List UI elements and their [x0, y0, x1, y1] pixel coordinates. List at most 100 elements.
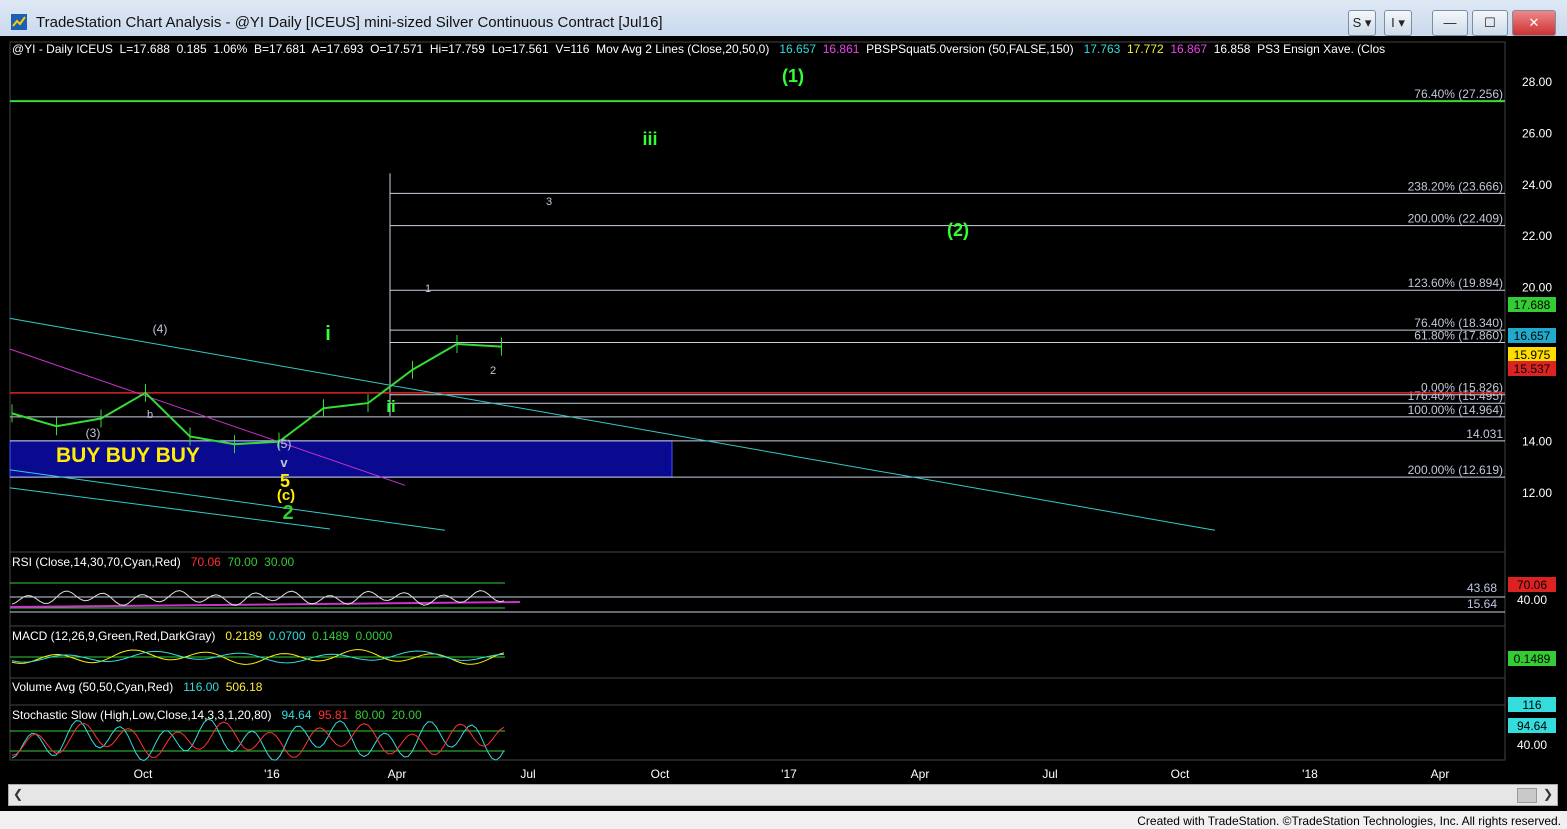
rsi-value: 70.06	[190, 555, 221, 569]
mov-avg-label: Mov Avg 2 Lines (Close,20,50,0)	[596, 42, 770, 56]
level-label-10: 200.00% (12.619)	[1408, 463, 1503, 477]
macd-zero: 0.0000	[355, 629, 393, 643]
wave-label-5: 2	[490, 365, 496, 377]
rsi-level-label-1: 43.68	[1467, 581, 1497, 595]
macd-title-line: MACD (12,26,9,Green,Red,DarkGray) 0.2189…	[12, 629, 392, 643]
pbs-value-2: 17.772	[1126, 42, 1164, 56]
ask: A=17.693	[311, 42, 364, 56]
macd-diff: 0.1489	[312, 629, 349, 643]
s-label: S	[1352, 15, 1362, 30]
y-tick-label-2: 24.00	[1522, 178, 1552, 192]
horizontal-scrollbar[interactable]: ❮ ❯	[8, 784, 1558, 806]
price-marker-text-2: 15.975	[1514, 348, 1551, 362]
x-tick-label-1: '16	[264, 767, 280, 781]
low: Lo=17.561	[491, 42, 549, 56]
chart-svg[interactable]: BUY BUY BUY 76.40% (27.256) 238.20% (23.66…	[0, 36, 1567, 811]
mov-avg-value-2: 16.861	[822, 42, 860, 56]
symbol: @YI - Daily ICEUS	[12, 42, 113, 56]
stochastic-title-line: Stochastic Slow (High,Low,Close,14,3,3,1…	[12, 708, 422, 722]
dropdown-arrow-icon: ▾	[1364, 15, 1372, 30]
wave-label-11: v	[280, 455, 288, 470]
scroll-thumb[interactable]	[1517, 788, 1537, 803]
rsi-axis-label: 40.00	[1517, 593, 1547, 607]
macd-marker-text: 0.1489	[1514, 652, 1551, 666]
x-tick-label-3: Jul	[520, 767, 535, 781]
x-tick-label-4: Oct	[651, 767, 670, 781]
wave-label-15: b	[147, 409, 153, 421]
stochastic-oversold: 20.00	[391, 708, 422, 722]
wave-label-3: 3	[546, 196, 552, 208]
stoch-axis-label: 40.00	[1517, 738, 1547, 752]
status-bar: Created with TradeStation. ©TradeStation…	[0, 811, 1567, 829]
level-label-2: 200.00% (22.409)	[1408, 212, 1503, 226]
window-title: TradeStation Chart Analysis - @YI Daily …	[36, 14, 663, 31]
high: Hi=17.759	[429, 42, 485, 56]
symbol-link-s-button[interactable]: S ▾	[1348, 10, 1376, 36]
price-marker-text-0: 17.688	[1514, 298, 1551, 312]
symbol-link-i-button[interactable]: I ▾	[1384, 10, 1412, 36]
pbs-value-4: 16.858	[1213, 42, 1251, 56]
rsi-title: RSI (Close,14,30,70,Cyan,Red)	[12, 555, 181, 569]
level-label-9: 14.031	[1466, 427, 1503, 441]
minimize-button[interactable]: —	[1432, 10, 1468, 36]
volume: V=116	[555, 42, 590, 56]
volume-marker-text: 116	[1522, 698, 1541, 712]
y-tick-label-4: 20.00	[1522, 281, 1552, 295]
stochastic-overbought: 80.00	[354, 708, 385, 722]
wave-label-0: (1)	[782, 66, 804, 86]
pct-change: 1.06%	[213, 42, 248, 56]
volume-avg: 506.18	[225, 680, 263, 694]
net-change: 0.185	[176, 42, 207, 56]
level-label-0: 76.40% (27.256)	[1414, 87, 1503, 101]
macd-value: 0.2189	[225, 629, 263, 643]
x-tick-label-0: Oct	[134, 767, 153, 781]
wave-label-8: (4)	[153, 322, 168, 336]
y-tick-label-3: 22.00	[1522, 229, 1552, 243]
stochastic-k: 94.64	[281, 708, 312, 722]
y-tick-label-7: 12.00	[1522, 486, 1552, 500]
ps3-label: PS3 Ensign Xave. (Clos	[1257, 42, 1386, 56]
level-label-5: 61.80% (17.860)	[1414, 328, 1503, 342]
y-tick-label-1: 26.00	[1522, 126, 1552, 140]
level-label-1: 238.20% (23.666)	[1408, 179, 1503, 193]
dropdown-arrow-icon: ▾	[1398, 15, 1405, 30]
rsi-marker-text: 70.06	[1517, 578, 1547, 592]
maximize-icon: ☐	[1484, 15, 1496, 30]
x-tick-label-2: Apr	[388, 767, 407, 781]
wave-label-9: (3)	[86, 426, 101, 440]
macd-title: MACD (12,26,9,Green,Red,DarkGray)	[12, 629, 216, 643]
volume-title: Volume Avg (50,50,Cyan,Red)	[12, 680, 174, 694]
pbs-value-1: 17.763	[1083, 42, 1121, 56]
rsi-overbought: 70.00	[227, 555, 258, 569]
i-label: I	[1391, 15, 1395, 30]
x-tick-label-10: Apr	[1431, 767, 1450, 781]
wave-label-10: (5)	[277, 437, 292, 451]
close-button[interactable]: ✕	[1512, 10, 1556, 36]
y-tick-label-6: 14.00	[1522, 435, 1552, 449]
stochastic-d: 95.81	[318, 708, 349, 722]
scroll-right-icon[interactable]: ❯	[1543, 787, 1553, 801]
rsi-level-label-2: 15.64	[1467, 597, 1497, 611]
volume-title-line: Volume Avg (50,50,Cyan,Red) 116.00 506.1…	[12, 680, 262, 694]
price-marker-text-1: 16.657	[1514, 329, 1551, 343]
wave-label-2: (2)	[947, 220, 969, 240]
wave-label-6: i	[325, 323, 331, 345]
chart-area[interactable]: BUY BUY BUY 76.40% (27.256) 238.20% (23.66…	[0, 36, 1567, 811]
maximize-button[interactable]: ☐	[1472, 10, 1508, 36]
y-tick-label-0: 28.00	[1522, 75, 1552, 89]
x-tick-label-7: Jul	[1042, 767, 1057, 781]
rsi-title-line: RSI (Close,14,30,70,Cyan,Red) 70.06 70.0…	[12, 555, 294, 569]
bid: B=17.681	[254, 42, 306, 56]
macd-avg: 0.0700	[268, 629, 306, 643]
open: O=17.571	[370, 42, 424, 56]
wave-label-14: 2	[282, 502, 293, 524]
tradestation-app-icon	[11, 14, 27, 30]
close-icon: ✕	[1528, 15, 1540, 30]
symbol-info-line: @YI - Daily ICEUS L=17.688 0.185 1.06% B…	[12, 42, 1385, 56]
scroll-left-icon[interactable]: ❮	[13, 787, 23, 801]
last-price: L=17.688	[119, 42, 170, 56]
credit-text: Created with TradeStation. ©TradeStation…	[1137, 814, 1561, 828]
level-label-3: 123.60% (19.894)	[1408, 276, 1503, 290]
mov-avg-value-1: 16.657	[779, 42, 817, 56]
pbs-value-3: 16.867	[1170, 42, 1208, 56]
